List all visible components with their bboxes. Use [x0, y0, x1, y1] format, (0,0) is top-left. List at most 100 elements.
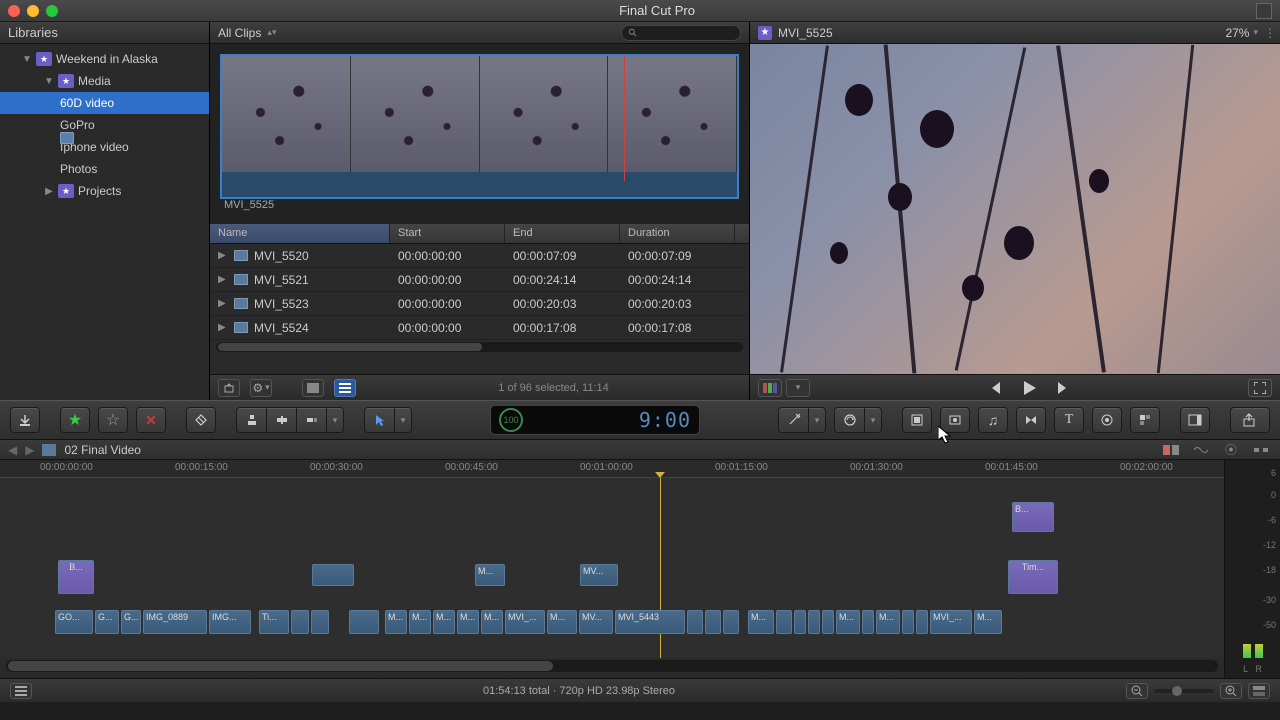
connected-clip[interactable]: MV...: [580, 564, 618, 586]
timeline-clip[interactable]: G...: [95, 610, 119, 634]
timeline-clip[interactable]: M...: [836, 610, 860, 634]
edit-dropdown[interactable]: ▾: [326, 407, 344, 433]
disclosure-triangle-icon[interactable]: ▼: [44, 76, 54, 87]
fullscreen-toggle-icon[interactable]: [1256, 3, 1272, 19]
zoom-level-dropdown[interactable]: 27%▾: [1225, 26, 1258, 40]
connected-clip[interactable]: M...: [475, 564, 505, 586]
zoom-out-button[interactable]: [1126, 683, 1148, 699]
disclosure-triangle-icon[interactable]: ▶: [218, 298, 228, 309]
list-view-button[interactable]: [334, 379, 356, 397]
connected-clip[interactable]: Tim...: [1008, 560, 1058, 594]
clip-appearance-button[interactable]: [1248, 683, 1270, 699]
timeline-clip[interactable]: [291, 610, 309, 634]
timeline-clip[interactable]: MVI_...: [930, 610, 972, 634]
import-button[interactable]: [218, 379, 240, 397]
timeline-history-back[interactable]: ◀: [8, 443, 17, 457]
timeline-clip[interactable]: [794, 610, 806, 634]
filmstrip-preview[interactable]: MVI_5525: [210, 44, 749, 224]
connected-clip[interactable]: [312, 564, 354, 586]
timeline-clip[interactable]: M...: [481, 610, 503, 634]
disclosure-triangle-icon[interactable]: ▶: [218, 250, 228, 261]
collection-item[interactable]: 60D video: [0, 92, 209, 114]
table-row[interactable]: ▶MVI_552300:00:00:0000:00:20:0300:00:20:…: [210, 292, 749, 316]
share-button[interactable]: [1230, 407, 1270, 433]
zoom-slider[interactable]: [1154, 689, 1214, 693]
timeline-clip[interactable]: MVI_5443: [615, 610, 685, 634]
timeline-clip[interactable]: MVI_...: [505, 610, 545, 634]
timeline-clip[interactable]: GO...: [55, 610, 93, 634]
enhance-dropdown[interactable]: ▾: [808, 407, 826, 433]
unrate-button[interactable]: ☆: [98, 407, 128, 433]
timeline-clip[interactable]: G...: [121, 610, 141, 634]
timeline-clip[interactable]: MV...: [579, 610, 613, 634]
column-header-end[interactable]: End: [505, 224, 620, 243]
timeline-clip[interactable]: [822, 610, 834, 634]
keyword-editor-button[interactable]: [186, 407, 216, 433]
column-header-start[interactable]: Start: [390, 224, 505, 243]
titles-browser-button[interactable]: T: [1054, 407, 1084, 433]
disclosure-triangle-icon[interactable]: ▶: [44, 186, 54, 197]
connected-clip[interactable]: B...: [1012, 502, 1054, 532]
zoom-in-button[interactable]: [1220, 683, 1242, 699]
disclosure-triangle-icon[interactable]: ▶: [218, 322, 228, 333]
table-row[interactable]: ▶MVI_552400:00:00:0000:00:17:0800:00:17:…: [210, 316, 749, 340]
timeline-clip[interactable]: M...: [748, 610, 774, 634]
event-item[interactable]: ▼ ★ Media: [0, 70, 209, 92]
collection-item[interactable]: GoPro: [0, 114, 209, 136]
timeline-clip[interactable]: M...: [876, 610, 900, 634]
collection-item[interactable]: Iphone video: [0, 136, 209, 158]
inspector-toggle-button[interactable]: [1180, 407, 1210, 433]
clip-filter-dropdown[interactable]: All Clips: [218, 26, 261, 40]
next-edit-button[interactable]: [1051, 379, 1075, 397]
timeline-clip[interactable]: IMG_0889: [143, 610, 207, 634]
generators-browser-button[interactable]: [1092, 407, 1122, 433]
close-window-button[interactable]: [8, 5, 20, 17]
timeline-clip[interactable]: M...: [547, 610, 577, 634]
snapping-toggle[interactable]: [1250, 443, 1272, 457]
minimize-window-button[interactable]: [27, 5, 39, 17]
auto-enhance-button[interactable]: [778, 407, 808, 433]
retime-button[interactable]: [834, 407, 864, 433]
connect-clip-button[interactable]: [236, 407, 266, 433]
table-row[interactable]: ▶MVI_552100:00:00:0000:00:24:1400:00:24:…: [210, 268, 749, 292]
timeline-clip[interactable]: M...: [385, 610, 407, 634]
horizontal-scrollbar[interactable]: [216, 342, 743, 352]
chevron-updown-icon[interactable]: ▴▾: [267, 27, 276, 38]
timeline-clip[interactable]: M...: [457, 610, 479, 634]
timeline-clip[interactable]: [808, 610, 820, 634]
search-input[interactable]: [621, 25, 741, 41]
themes-browser-button[interactable]: [1130, 407, 1160, 433]
timeline-clip[interactable]: [311, 610, 329, 634]
timeline-clip[interactable]: [776, 610, 792, 634]
transitions-browser-button[interactable]: [1016, 407, 1046, 433]
timeline-clip[interactable]: [862, 610, 874, 634]
skimming-toggle[interactable]: [1160, 443, 1182, 457]
connected-clip[interactable]: B...: [58, 560, 94, 594]
viewer-canvas[interactable]: [750, 44, 1280, 374]
timeline-scrollbar[interactable]: [6, 660, 1218, 672]
photos-browser-button[interactable]: [940, 407, 970, 433]
collection-item[interactable]: Photos: [0, 158, 209, 180]
reject-button[interactable]: ✕: [136, 407, 166, 433]
view-options-dropdown[interactable]: ▾: [786, 379, 810, 397]
skimmer-playhead[interactable]: [624, 56, 625, 181]
audio-skimming-toggle[interactable]: [1190, 443, 1212, 457]
gear-menu-button[interactable]: ⚙▾: [250, 379, 272, 397]
timeline-clip[interactable]: [705, 610, 721, 634]
timeline-clip[interactable]: M...: [974, 610, 1002, 634]
event-item[interactable]: ▶ ★ Projects: [0, 180, 209, 202]
favorite-button[interactable]: ★: [60, 407, 90, 433]
viewer-options-icon[interactable]: ⋮: [1264, 26, 1272, 40]
import-media-button[interactable]: [10, 407, 40, 433]
previous-edit-button[interactable]: [983, 379, 1007, 397]
column-header-name[interactable]: Name: [210, 224, 390, 243]
timeline-clip[interactable]: [902, 610, 914, 634]
disclosure-triangle-icon[interactable]: ▼: [22, 54, 32, 65]
select-tool-button[interactable]: [364, 407, 394, 433]
timeline-clip[interactable]: [723, 610, 739, 634]
color-channels-button[interactable]: [758, 379, 782, 397]
timeline-clip[interactable]: M...: [409, 610, 431, 634]
background-tasks-dial[interactable]: 100: [499, 408, 523, 432]
column-header-duration[interactable]: Duration: [620, 224, 735, 243]
timeline-history-forward[interactable]: ▶: [25, 443, 34, 457]
